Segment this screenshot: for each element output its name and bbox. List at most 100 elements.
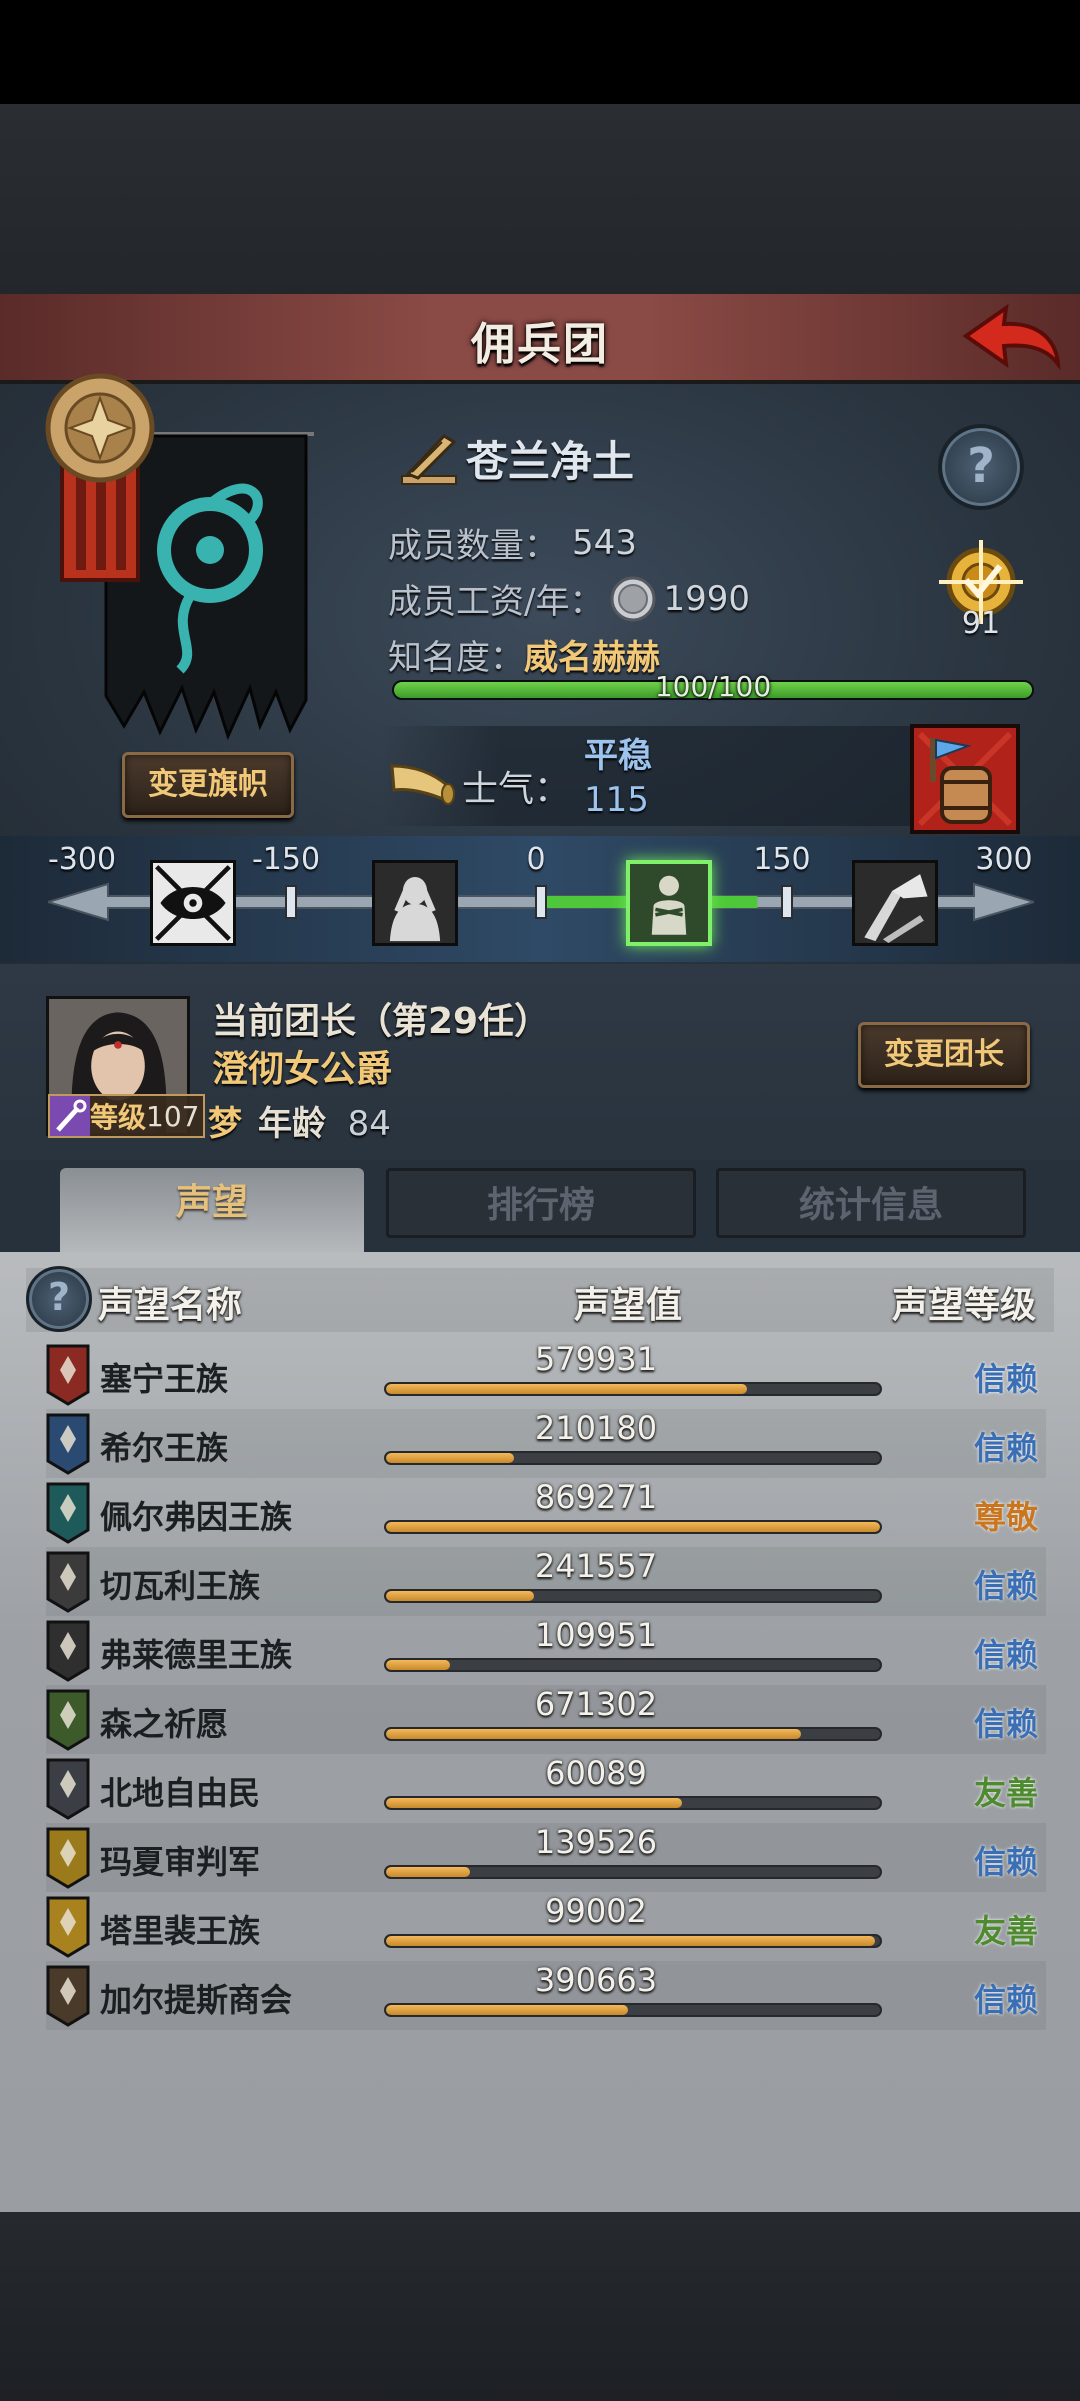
morale-despair-icon[interactable] (372, 860, 458, 946)
fame-progress-text: 100/100 (654, 670, 772, 703)
reputation-row[interactable]: 塔里裴王族 99002 友善 (46, 1892, 1046, 1961)
reputation-level: 信赖 (973, 1429, 1038, 1467)
reputation-value: 99002 (545, 1892, 647, 1930)
level-value: 107 (146, 1099, 200, 1133)
reputation-bar (384, 2003, 882, 2017)
faction-crest-icon (46, 1689, 90, 1751)
title-bar: 佣兵团 (0, 294, 1080, 384)
level-label: 等级 (90, 1101, 147, 1134)
help-button[interactable]: ? (938, 424, 1024, 510)
leader-level-badge: 等级 107 (48, 1094, 206, 1138)
reputation-level: 信赖 (973, 1705, 1038, 1743)
member-wage-label: 成员工资/年： (388, 582, 604, 622)
reputation-level: 尊敬 (973, 1498, 1038, 1536)
top-backdrop (0, 104, 1080, 294)
header-reputation-value: 声望值 (574, 1285, 683, 1326)
age-value: 84 (347, 1104, 391, 1144)
leader-title: 当前团长（第29任） (212, 1001, 551, 1042)
faction-crest-icon (46, 1344, 90, 1406)
change-flag-button[interactable]: 变更旗帜 (122, 752, 294, 818)
faction-crest-icon (46, 1413, 90, 1475)
tick-label: 300 (975, 842, 1033, 877)
reputation-level: 信赖 (973, 1981, 1038, 2019)
tick-label: -150 (251, 842, 321, 877)
reputation-level: 友善 (973, 1774, 1038, 1812)
faction-crest-icon (46, 1965, 90, 2027)
faction-crest-icon (46, 1551, 90, 1613)
faction-name: 北地自由民 (100, 1774, 261, 1812)
reputation-value: 869271 (534, 1478, 658, 1516)
reputation-value: 671302 (534, 1685, 658, 1723)
reputation-value: 210180 (534, 1409, 658, 1447)
reputation-bar-fill (386, 1798, 683, 1808)
member-wage: 成员工资/年： 1990 (388, 574, 750, 623)
reputation-row[interactable]: 希尔王族 210180 信赖 (46, 1409, 1046, 1478)
faction-name: 加尔提斯商会 (100, 1981, 293, 2019)
reputation-row[interactable]: 加尔提斯商会 390663 信赖 (46, 1961, 1046, 2030)
reputation-bar (384, 1658, 882, 1672)
tab-reputation[interactable]: 声望 (60, 1168, 364, 1252)
reputation-bar (384, 1589, 882, 1603)
horn-icon (390, 764, 455, 805)
tick-label: 0 (526, 842, 546, 877)
reputation-help-button[interactable]: ? (26, 1266, 92, 1332)
morale-value: 115 (584, 780, 649, 820)
faction-crest-icon (46, 1896, 90, 1958)
reputation-bar-fill (386, 1522, 880, 1532)
morale-label: 士气： (462, 769, 571, 810)
target-value: 91 (961, 606, 1001, 641)
morale-state: 平稳 (584, 736, 652, 776)
reputation-value: 390663 (534, 1961, 658, 1999)
reputation-bar (384, 1382, 882, 1396)
tab-ranking[interactable]: 排行榜 (386, 1168, 696, 1238)
member-count: 成员数量： 543 (388, 518, 637, 567)
guild-name: 苍兰净土 (466, 436, 635, 486)
back-arrow-icon[interactable] (956, 294, 1066, 384)
reputation-level: 信赖 (973, 1360, 1038, 1398)
reputation-row[interactable]: 塞宁王族 579931 信赖 (46, 1340, 1046, 1409)
faction-crest-icon (46, 1758, 90, 1820)
reputation-bar-fill (386, 1867, 470, 1877)
tick-label: 150 (753, 842, 811, 877)
rank-medal-icon (45, 373, 155, 582)
member-count-label: 成员数量： (388, 526, 558, 566)
reputation-level: 信赖 (973, 1843, 1038, 1881)
tick-label: -300 (47, 842, 117, 877)
status-area (0, 0, 1080, 104)
reputation-row[interactable]: 佩尔弗因王族 869271 尊敬 (46, 1478, 1046, 1547)
change-leader-button[interactable]: 变更团长 (858, 1022, 1030, 1088)
faction-name: 切瓦利王族 (100, 1567, 261, 1605)
bottom-backdrop (0, 2212, 1080, 2401)
member-wage-value: 1990 (663, 578, 750, 619)
reputation-row[interactable]: 弗莱德里王族 109951 信赖 (46, 1616, 1046, 1685)
staff-icon (50, 1096, 90, 1136)
reputation-row[interactable]: 北地自由民 60089 友善 (46, 1754, 1046, 1823)
reputation-value: 109951 (534, 1616, 658, 1654)
reputation-bar-fill (386, 1936, 876, 1946)
reputation-level: 友善 (973, 1912, 1038, 1950)
age-label: 年龄 (258, 1104, 326, 1144)
reputation-row[interactable]: 玛夏审判军 139526 信赖 (46, 1823, 1046, 1892)
reputation-row[interactable]: 切瓦利王族 241557 信赖 (46, 1547, 1046, 1616)
morale-victory-icon[interactable] (852, 860, 938, 946)
faction-crest-icon (46, 1482, 90, 1544)
barrel-icon[interactable] (910, 724, 1020, 834)
reputation-bar-fill (386, 1453, 515, 1463)
reputation-bar (384, 1796, 882, 1810)
member-count-value: 543 (572, 522, 637, 563)
reputation-bar-fill (386, 1384, 747, 1394)
edit-quill-icon[interactable] (398, 428, 460, 488)
faction-crest-icon (46, 1827, 90, 1889)
faction-name: 希尔王族 (100, 1429, 229, 1467)
silver-coin-icon (610, 576, 656, 621)
reputation-bar (384, 1727, 882, 1741)
reputation-value: 579931 (534, 1340, 658, 1378)
faction-name: 森之祈愿 (100, 1705, 229, 1743)
faction-name: 塔里裴王族 (100, 1912, 261, 1950)
page-title: 佣兵团 (471, 319, 609, 370)
morale-chaos-icon[interactable] (150, 860, 236, 946)
tab-statistics[interactable]: 统计信息 (716, 1168, 1026, 1238)
reputation-row[interactable]: 森之祈愿 671302 信赖 (46, 1685, 1046, 1754)
faction-name: 弗莱德里王族 (100, 1636, 293, 1674)
morale-stable-icon[interactable] (626, 860, 712, 946)
